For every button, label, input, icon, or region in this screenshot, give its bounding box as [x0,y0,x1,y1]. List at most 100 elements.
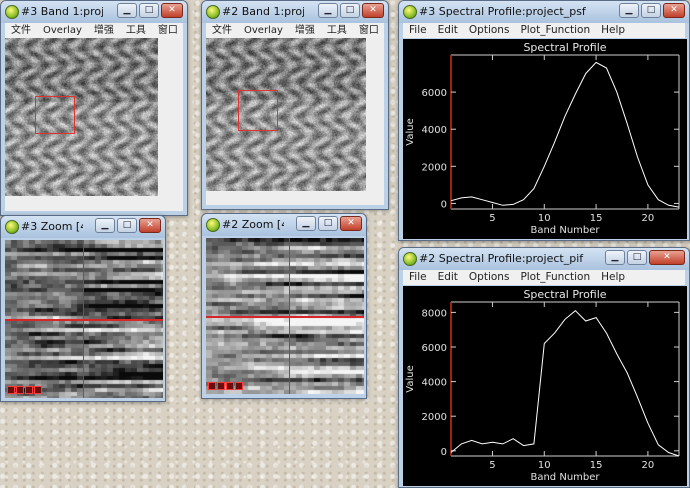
zoom-reset-control[interactable] [226,382,234,390]
maximize-button[interactable]: □ [139,3,159,18]
crosshair-horizontal [206,316,364,318]
menu-plot-function[interactable]: Plot_Function [520,270,590,285]
y-tick-label: 6000 [422,88,447,99]
menu-overlay[interactable]: Overlay [43,23,82,38]
close-button[interactable]: ✕ [340,216,362,231]
window-title: #2 Zoom [4... [222,218,284,231]
menu-plot-function[interactable]: Plot_Function [520,23,590,38]
window-title: #3 Band 1:projec... [21,5,103,18]
minimize-button[interactable]: ▁ [95,218,115,233]
zoom-reset-control[interactable] [25,386,33,394]
zoom-in-control[interactable] [217,382,225,390]
zoom-out-control[interactable] [7,386,15,394]
x-tick-label: 5 [489,213,495,224]
y-tick-label: 2000 [422,412,447,423]
maximize-button[interactable]: □ [318,216,338,231]
title-bar[interactable]: #3 Spectral Profile:project_psf ▁ □ ✕ [399,1,689,23]
zoom-region-box[interactable] [35,96,75,134]
window-title: #2 Spectral Profile:project_pif [419,252,584,265]
minimize-button[interactable]: ▁ [117,3,137,18]
image-viewport[interactable] [5,38,183,211]
menu-window[interactable]: 窗口 [158,23,178,38]
x-tick-label: 20 [642,460,655,471]
title-bar[interactable]: #2 Zoom [4... ▁ □ ✕ [202,214,366,236]
envi-app-icon [206,5,220,19]
crosshair-vertical [83,240,84,398]
y-tick-label: 6000 [422,343,447,354]
menu-overlay[interactable]: Overlay [244,23,283,38]
menu-file[interactable]: 文件 [212,23,232,38]
spectral-profile-chart[interactable]: Spectral Profile 5 10 15 20 0 2000 4000 6000 Band… [403,39,687,239]
title-bar[interactable]: #3 Zoom [4... ▁ □ ✕ [1,216,165,238]
menu-options[interactable]: Options [469,23,510,38]
menu-file[interactable]: File [409,270,427,285]
zoom-window-2[interactable]: #2 Zoom [4... ▁ □ ✕ [201,213,367,399]
spectral-profile-window-2[interactable]: #2 Spectral Profile:project_pif ▁ □ ✕ Fi… [398,247,690,488]
x-tick-label: 15 [590,213,603,224]
plot-area[interactable]: Spectral Profile 5 10 15 20 0 2000 4000 6000 8000… [403,286,687,486]
menu-bar: 文件 Overlay 增强 工具 窗口 [5,23,183,38]
close-button[interactable]: ✕ [161,3,183,18]
zoom-controls [7,386,42,394]
maximize-button[interactable]: □ [627,250,647,265]
y-tick-label: 4000 [422,378,447,389]
spectral-profile-chart[interactable]: Spectral Profile 5 10 15 20 0 2000 4000 6000 8000… [403,286,687,486]
grayscale-band-image[interactable] [206,38,366,191]
envi-app-icon [403,5,417,19]
menu-edit[interactable]: Edit [438,23,458,38]
close-button[interactable]: ✕ [139,218,161,233]
x-axis-label: Band Number [530,225,600,236]
minimize-button[interactable]: ▁ [605,250,625,265]
menu-enhance[interactable]: 增强 [295,23,315,38]
x-tick-label: 15 [590,460,603,471]
grayscale-band-image[interactable] [5,38,158,196]
zoom-out-control[interactable] [208,382,216,390]
plot-area[interactable]: Spectral Profile 5 10 15 20 0 2000 4000 6000 Band… [403,39,687,239]
envi-app-icon [403,252,417,266]
band-window-3[interactable]: #3 Band 1:projec... ▁ □ ✕ 文件 Overlay 增强 … [0,0,188,216]
x-tick-label: 20 [642,213,655,224]
title-bar[interactable]: #3 Band 1:projec... ▁ □ ✕ [1,1,187,23]
menu-file[interactable]: File [409,23,427,38]
window-title: #2 Band 1:projec... [222,5,304,18]
menu-tools[interactable]: 工具 [327,23,347,38]
y-tick-label: 8000 [422,308,447,319]
menu-help[interactable]: Help [601,23,625,38]
zoom-region-box[interactable] [238,90,278,131]
minimize-button[interactable]: ▁ [296,216,316,231]
close-button[interactable]: ✕ [663,3,685,18]
zoom-toggle-control[interactable] [235,382,243,390]
spectral-profile-line [450,310,680,457]
spectral-profile-window-3[interactable]: #3 Spectral Profile:project_psf ▁ □ ✕ Fi… [398,0,690,241]
menu-enhance[interactable]: 增强 [94,23,114,38]
close-button[interactable]: ✕ [362,3,384,18]
close-button[interactable]: ✕ [649,250,685,265]
menu-window[interactable]: 窗口 [359,23,379,38]
x-tick-label: 5 [489,460,495,471]
zoom-in-control[interactable] [16,386,24,394]
menu-help[interactable]: Help [601,270,625,285]
zoom-viewport[interactable] [206,238,364,394]
envi-app-icon [5,5,19,19]
zoom-window-3[interactable]: #3 Zoom [4... ▁ □ ✕ [0,215,166,402]
image-viewport[interactable] [206,38,384,205]
maximize-button[interactable]: □ [340,3,360,18]
title-bar[interactable]: #2 Spectral Profile:project_pif ▁ □ ✕ [399,248,689,270]
crosshair-vertical [289,238,290,394]
zoom-toggle-control[interactable] [34,386,42,394]
menu-tools[interactable]: 工具 [126,23,146,38]
minimize-button[interactable]: ▁ [619,3,639,18]
maximize-button[interactable]: □ [117,218,137,233]
band-window-2[interactable]: #2 Band 1:projec... ▁ □ ✕ 文件 Overlay 增强 … [201,0,389,210]
envi-app-icon [206,218,220,232]
maximize-button[interactable]: □ [641,3,661,18]
y-tick-label: 0 [441,199,447,210]
menu-file[interactable]: 文件 [11,23,31,38]
menu-bar: File Edit Options Plot_Function Help [403,270,685,285]
minimize-button[interactable]: ▁ [318,3,338,18]
zoom-viewport[interactable] [5,240,163,398]
menu-options[interactable]: Options [469,270,510,285]
crosshair-horizontal [5,319,163,321]
title-bar[interactable]: #2 Band 1:projec... ▁ □ ✕ [202,1,388,23]
menu-edit[interactable]: Edit [438,270,458,285]
